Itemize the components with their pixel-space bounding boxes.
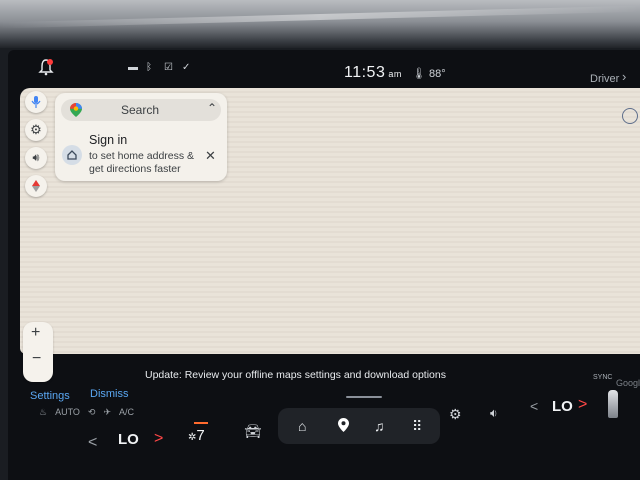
auto-label[interactable]: AUTO — [55, 407, 80, 418]
settings-gear-icon[interactable]: ⚙ — [449, 406, 462, 423]
mic-button[interactable] — [25, 91, 47, 113]
zoom-in-button[interactable]: + — [31, 324, 40, 342]
map-pin-svg — [338, 418, 349, 432]
right-temperature: LO — [552, 398, 573, 415]
check-circle-icon: ✓ — [182, 62, 191, 73]
left-temperature: LO — [118, 431, 139, 448]
heated-seat-icon[interactable]: ♨ — [39, 407, 47, 418]
volume-icon[interactable]: 🔉︎ — [490, 406, 498, 421]
notification-bell-icon[interactable] — [38, 58, 54, 76]
signin-subtitle: to set home address & get directions fas… — [89, 150, 195, 175]
checkbox-icon: ☑ — [164, 62, 173, 73]
music-icon[interactable]: ♫ — [374, 418, 385, 434]
fan-speed-value: 7 — [196, 427, 205, 444]
search-card: Search ⌃ Sign in to set home address & g… — [55, 93, 227, 181]
google-maps-pin-icon — [70, 103, 82, 117]
temperature-value: 88 — [429, 68, 442, 80]
left-temp-down-icon[interactable]: < — [88, 434, 97, 452]
home-icon[interactable]: ⌂ — [298, 418, 306, 434]
dismiss-link[interactable]: Dismiss — [90, 388, 129, 400]
clock: 11:53 am — [344, 64, 402, 82]
driver-profile-label[interactable]: Driver — [590, 73, 619, 85]
update-message: Update: Review your offline maps setting… — [145, 369, 446, 381]
car-icon[interactable]: 🚘︎ — [244, 423, 262, 440]
outside-temperature: 🌡 88° — [412, 67, 446, 80]
right-temp-up-icon[interactable]: > — [578, 396, 587, 414]
message-icon: ▬ — [128, 62, 138, 73]
close-icon[interactable]: ✕ — [205, 148, 216, 164]
chevron-right-icon[interactable]: › — [622, 69, 626, 84]
temperature-unit: ° — [441, 68, 446, 80]
ac-label[interactable]: A/C — [119, 407, 134, 418]
volume-button[interactable]: 🔊︎ — [25, 147, 47, 169]
mic-icon — [31, 96, 41, 108]
volume-icon: 🔊︎ — [32, 151, 40, 164]
app-dock: ⌂ ♫ ⠿ — [278, 408, 440, 444]
right-temp-down-icon[interactable]: < — [530, 398, 538, 414]
fan-direction-icon[interactable]: ✈ — [103, 407, 111, 418]
home-icon-badge — [62, 145, 82, 165]
gear-icon: ⚙ — [30, 122, 42, 137]
climate-mode-icons: ♨ AUTO ⟲ ✈ A/C — [39, 407, 134, 418]
search-bar[interactable]: Search ⌃ — [61, 99, 221, 121]
infotainment-screen: ▬ ᛒ ☑ ✓ 11:53 am 🌡 88° Driver › ⚙ 🔊︎ Sea… — [8, 50, 640, 480]
compass-button[interactable] — [25, 175, 47, 197]
map-pin-icon[interactable] — [338, 418, 349, 435]
passenger-seat-icon[interactable] — [608, 390, 618, 418]
apps-grid-icon[interactable]: ⠿ — [412, 418, 422, 435]
clock-time: 11:53 — [344, 64, 386, 81]
notification-strip: Settings Dismiss Update: Review your off… — [8, 360, 640, 402]
fan-speed[interactable]: ✲7 — [188, 427, 205, 444]
sync-label: SYNC — [593, 374, 613, 381]
drag-handle[interactable] — [346, 396, 382, 398]
settings-button[interactable]: ⚙ — [25, 119, 47, 141]
left-temp-up-icon[interactable]: > — [154, 430, 163, 448]
recirculation-icon[interactable]: ⟲ — [88, 407, 96, 418]
clock-ampm: am — [388, 69, 402, 79]
dashboard-bezel — [0, 0, 640, 48]
climate-bar: ♨ AUTO ⟲ ✈ A/C < LO > ✲7 🚘︎ ⌂ ♫ ⠿ ⚙ 🔉︎ < — [8, 390, 640, 480]
status-icons: ▬ ᛒ ☑ ✓ — [128, 63, 192, 73]
status-bar: ▬ ᛒ ☑ ✓ 11:53 am 🌡 88° Driver › — [8, 50, 640, 86]
map-view[interactable]: ⚙ 🔊︎ Search ⌃ Sign in to set home addres… — [20, 88, 640, 388]
account-icon[interactable] — [622, 108, 638, 124]
bluetooth-icon: ᛒ — [146, 62, 152, 73]
signin-title[interactable]: Sign in — [89, 133, 127, 147]
fan-speed-indicator — [194, 422, 208, 424]
home-icon — [67, 150, 77, 160]
compass-icon — [32, 180, 40, 192]
thermometer-icon: 🌡 — [412, 68, 426, 80]
chevron-up-icon[interactable]: ⌃ — [207, 101, 217, 115]
search-label: Search — [121, 103, 160, 117]
